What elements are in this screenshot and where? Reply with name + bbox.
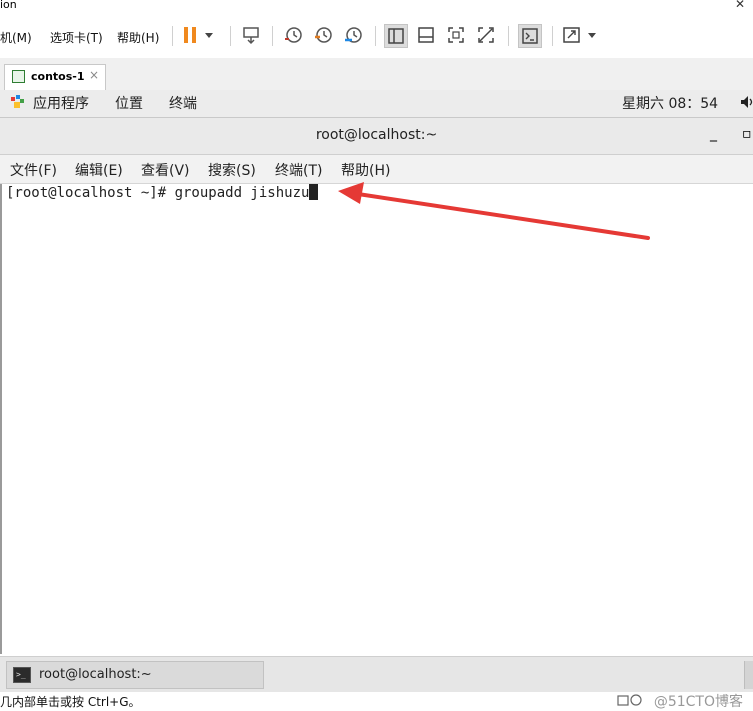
tab-contos-1[interactable]: contos-1 × [4,64,106,90]
full-screen-icon[interactable] [445,24,467,46]
terminal-title: root@localhost:~ [315,127,438,143]
taskbar-item-terminal[interactable]: >_ root@localhost:~ [6,661,264,689]
vmware-title-bar: ion ✕ [0,0,753,14]
terminal-icon: >_ [13,667,31,683]
terminal-output[interactable]: [root@localhost ~]# groupadd jishuzu [0,184,753,654]
menu-terminal[interactable]: 终端(T) [275,160,322,180]
pause-icon[interactable] [181,24,215,46]
toolbar-divider [552,26,553,46]
console-view-icon[interactable] [518,24,542,48]
annotation-arrow [338,182,650,240]
volume-icon[interactable] [740,95,753,113]
show-library-icon[interactable] [384,24,408,48]
menu-applications[interactable]: 应用程序 [33,93,89,113]
close-tab-icon[interactable]: × [89,68,99,82]
unity-mode-icon[interactable] [475,24,497,46]
revert-snapshot-icon[interactable] [312,24,334,46]
thumbnail-bar-icon[interactable] [415,24,437,46]
snapshot-manager-icon[interactable] [342,24,364,46]
taskbar-item-label: root@localhost:~ [39,667,152,682]
vmware-status-bar: 几内部单击或按 Ctrl+G。 @51CTO博客 [0,692,753,710]
menu-vm[interactable]: 机(M) [0,29,32,46]
close-icon[interactable]: ✕ [735,0,745,11]
snapshot-icon[interactable] [282,24,304,46]
vmware-toolbar: 机(M) 选项卡(T) 帮助(H) [0,14,753,59]
vm-tab-row: contos-1 × [0,58,753,91]
device-icons[interactable] [616,693,646,710]
gnome-foot-icon[interactable] [10,95,26,113]
status-text: 几内部单击或按 Ctrl+G。 [0,695,141,709]
vm-icon [12,70,25,83]
toolbar-divider [508,26,509,46]
menu-tabs[interactable]: 选项卡(T) [50,29,103,46]
toolbar-divider [375,26,376,46]
menu-help[interactable]: 帮助(H) [117,29,159,46]
toolbar-divider [172,26,173,46]
send-ctrl-alt-del-icon[interactable] [240,24,262,46]
gnome-taskbar: >_ root@localhost:~ [0,656,753,693]
maximize-button[interactable]: ▫ [742,126,752,142]
tab-label: contos-1 [31,70,85,83]
menu-file[interactable]: 文件(F) [10,160,57,180]
workspace-switcher[interactable] [744,661,753,689]
menu-view[interactable]: 查看(V) [141,160,190,180]
text-cursor [309,184,319,200]
gnome-top-bar: 应用程序 位置 终端 星期六 08：54 [0,90,753,118]
watermark: @51CTO博客 [653,694,743,710]
menu-search[interactable]: 搜索(S) [208,160,256,180]
command-text: groupadd jishuzu [174,185,310,201]
toolbar-divider [272,26,273,46]
minimize-button[interactable]: _ [710,126,717,142]
terminal-title-bar: root@localhost:~ _ ▫ [0,118,753,155]
toolbar-divider [230,26,231,46]
menu-terminal-app[interactable]: 终端 [169,93,197,113]
prompt-line: [root@localhost ~]# groupadd jishuzu [6,184,319,201]
prompt: [root@localhost ~]# [6,185,175,201]
menu-places[interactable]: 位置 [115,93,143,113]
menu-edit[interactable]: 编辑(E) [75,160,123,180]
menu-help[interactable]: 帮助(H) [341,160,390,180]
window-title: ion [0,0,17,11]
stretch-guest-icon[interactable] [562,24,600,46]
clock[interactable]: 星期六 08：54 [622,93,718,113]
